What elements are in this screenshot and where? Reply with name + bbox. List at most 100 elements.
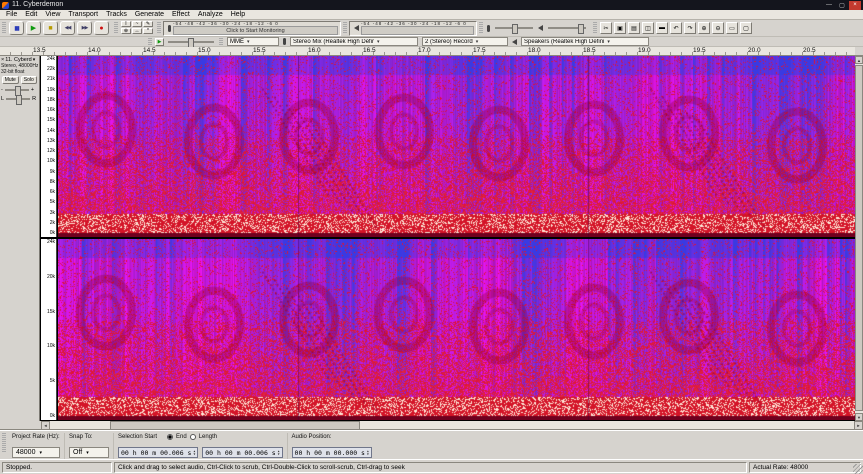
horizontal-scroll-thumb[interactable] [110,421,360,430]
copy-button[interactable]: ▣ [614,22,626,34]
multi-tool-button[interactable]: * [143,28,153,34]
pause-button[interactable]: ▮▮ [9,21,24,35]
mute-button[interactable]: Mute [2,76,19,84]
selection-end-field[interactable]: 00 h 00 m 00.006 s ▲▼ [202,447,282,458]
scroll-up-icon[interactable]: ▲ [855,56,863,64]
cut-button[interactable]: ✂ [600,22,612,34]
toolbar-grabber[interactable] [593,22,597,34]
recording-meter-bar[interactable]: Click to Start Monitoring [173,26,338,35]
toolbar-grabber[interactable] [343,22,347,34]
timeline-tick-label: 19.0 [638,47,651,55]
spinner-icon[interactable]: ▲▼ [278,450,280,456]
maximize-button[interactable]: ▢ [836,1,848,10]
project-rate-group: Project Rate (Hz): 48000 ▾ [8,433,65,459]
channel-left: 24k22k21k19k18k16k15k14k13k12k10k9k8k6k5… [41,56,855,237]
menu-item[interactable]: Tracks [102,10,131,19]
pan-slider[interactable] [6,98,30,100]
project-rate-select[interactable]: 48000 ▾ [12,447,60,458]
monitor-label[interactable]: Click to Start Monitoring [226,28,284,34]
recording-volume-slider[interactable] [495,27,533,29]
end-radio-label[interactable]: End [176,434,187,440]
zoom-tool-button[interactable]: ⊕ [121,28,131,34]
toolbar-grabber[interactable] [2,433,6,453]
vertical-scrollbar[interactable]: ▲ ▼ [855,56,863,421]
recording-device-select[interactable]: Stereo Mix (Realtek High Defir ▾ [290,37,418,46]
track-control-panel[interactable]: × 11. Cyberd ▾ Stereo, 48000Hz 32-bit fl… [0,56,40,421]
stop-button[interactable]: ■ [43,21,58,35]
selection-tool-button[interactable]: I [121,21,131,27]
record-button[interactable]: ● [94,21,109,35]
slider-thumb[interactable] [188,38,194,48]
toolbar-grabber[interactable] [148,38,152,46]
playback-volume-slider[interactable] [548,27,586,29]
end-radio[interactable] [167,434,173,440]
chevron-down-icon: ▾ [476,39,479,45]
channel-right: 24k20k15k10k5k0k [41,239,855,420]
zoom-in-button[interactable]: ⊕ [698,22,710,34]
fit-project-button[interactable]: ▢ [740,22,752,34]
resize-grip[interactable] [853,464,863,474]
vertical-scroll-thumb[interactable] [855,65,863,411]
horizontal-scroll-track[interactable] [50,421,854,430]
skip-to-start-button[interactable]: ◀◀ [60,21,75,35]
play-at-speed-button[interactable]: ▶ [155,38,164,46]
slider-thumb[interactable] [578,24,584,34]
scroll-down-icon[interactable]: ▼ [855,413,863,421]
status-actual-rate: Actual Rate: 48000 [749,462,861,473]
frequency-ruler-left[interactable]: 24k22k21k19k18k16k15k14k13k12k10k9k8k6k5… [41,56,57,237]
recording-meter[interactable]: -54 -48 -42 -36 -30 -24 -18 -12 -6 0 Cli… [163,21,341,36]
menu-item[interactable]: Transport [64,10,102,19]
playback-speed-slider[interactable] [168,41,214,43]
zoom-out-button[interactable]: ⊖ [712,22,724,34]
menu-item[interactable]: View [41,10,64,19]
playback-device-select[interactable]: Speakers (Realtek High Defini ▾ [521,37,649,46]
toolbar-grabber[interactable] [2,22,6,34]
toolbar-grabber[interactable] [479,22,483,34]
playback-meter[interactable]: -54 -48 -42 -36 -30 -24 -18 -12 -6 0 [349,21,477,36]
slider-thumb[interactable] [512,24,518,34]
selection-start-field[interactable]: 00 h 00 m 00.006 s ▲▼ [118,447,198,458]
solo-button[interactable]: Solo [21,76,38,84]
menu-item[interactable]: Help [227,10,249,19]
close-button[interactable]: × [849,1,861,10]
menu-item[interactable]: File [2,10,21,19]
gain-slider[interactable] [5,89,29,91]
spectrogram-right-channel[interactable] [58,239,855,420]
toolbar-grabber[interactable] [114,22,118,34]
menu-item[interactable]: Effect [168,10,194,19]
draw-tool-button[interactable]: ✎ [143,21,153,27]
undo-button[interactable]: ↶ [670,22,682,34]
snap-to-select[interactable]: Off ▾ [69,447,109,458]
silence-audio-button[interactable]: ▬ [656,22,668,34]
paste-button[interactable]: ▤ [628,22,640,34]
scroll-left-icon[interactable]: ◄ [41,421,50,430]
spinner-icon[interactable]: ▲▼ [367,450,369,456]
length-radio-label[interactable]: Length [199,434,217,440]
spinner-icon[interactable]: ▲▼ [193,450,195,456]
toolbar-grabber[interactable] [157,22,161,34]
slider-thumb[interactable] [16,95,22,105]
timeshift-tool-button[interactable]: ↔ [132,28,142,34]
frequency-label: 0k [50,231,55,236]
menu-item[interactable]: Analyze [194,10,227,19]
audio-position-field[interactable]: 00 h 00 m 00.000 s ▲▼ [292,447,372,458]
skip-to-end-button[interactable]: ▶▶ [77,21,92,35]
snap-to-label: Snap To: [69,434,109,440]
trim-audio-button[interactable]: ◫ [642,22,654,34]
audio-host-select[interactable]: MME ▾ [227,37,279,46]
minimize-button[interactable]: — [823,1,835,10]
redo-button[interactable]: ↷ [684,22,696,34]
envelope-tool-button[interactable]: ~ [132,21,142,27]
frequency-ruler-right[interactable]: 24k20k15k10k5k0k [41,239,57,420]
menu-item[interactable]: Edit [21,10,41,19]
spectrogram-left-channel[interactable] [58,56,855,237]
fit-selection-button[interactable]: ▭ [726,22,738,34]
length-radio[interactable] [190,434,196,440]
toolbar-grabber[interactable] [219,38,223,46]
timeline-ruler[interactable]: 13.514.014.515.015.516.016.517.017.518.0… [0,47,855,56]
scroll-right-icon[interactable]: ► [854,421,863,430]
menu-item[interactable]: Generate [131,10,168,19]
play-button[interactable]: ▶ [26,21,41,35]
horizontal-scrollbar[interactable]: ◄ ► [41,421,863,430]
recording-channels-select[interactable]: 2 (Stereo) Record ▾ [422,37,508,46]
